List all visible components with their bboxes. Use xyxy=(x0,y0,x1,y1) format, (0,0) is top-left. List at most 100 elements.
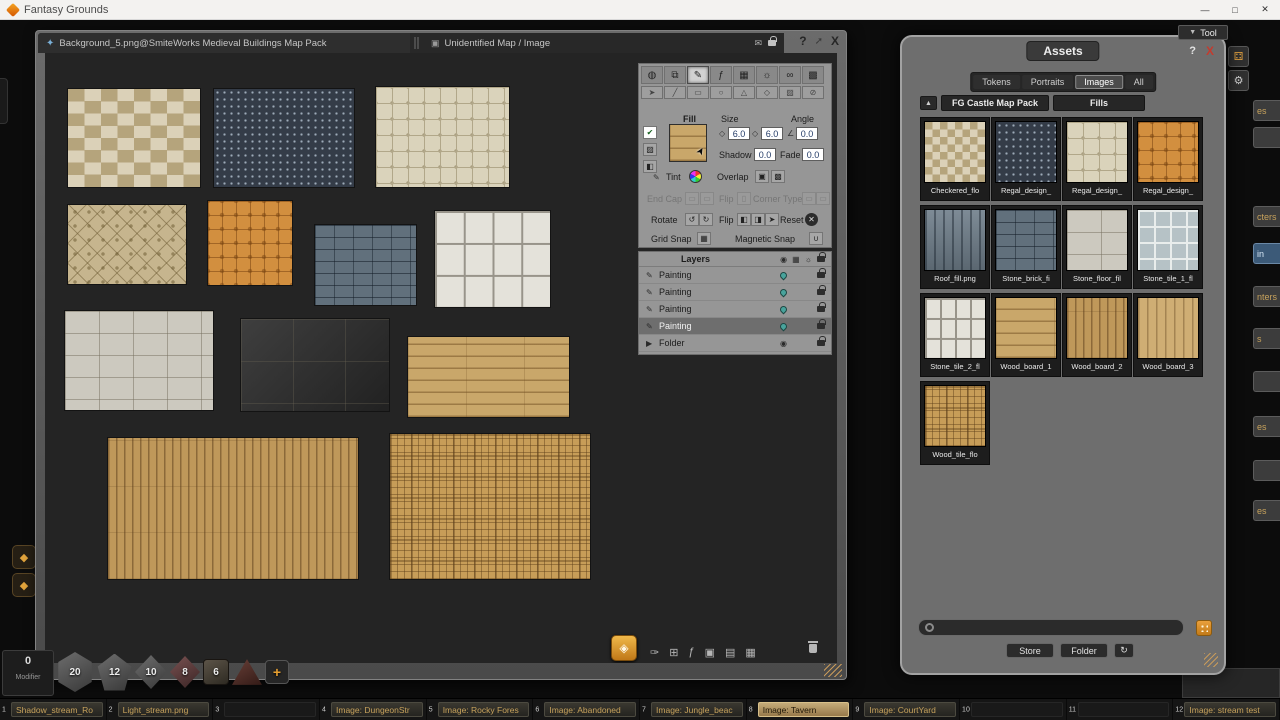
lock-icon[interactable] xyxy=(817,323,825,329)
opacity-icon[interactable] xyxy=(779,287,789,297)
lock-icon[interactable] xyxy=(817,306,825,312)
hotbar-slot-button[interactable]: Image: DungeonStr xyxy=(331,702,423,717)
fade-field[interactable]: 0.0 xyxy=(802,148,824,161)
window-pointer-icon[interactable]: ➚ xyxy=(815,36,823,47)
grid-tool-icon[interactable]: ▦ xyxy=(733,66,755,84)
asset-item[interactable]: Wood_tile_flo xyxy=(920,381,990,465)
overlap-option-a[interactable]: ▣ xyxy=(755,170,769,183)
token-bag-icon[interactable]: ◆ xyxy=(12,545,36,569)
canvas-image-wood-tiles[interactable] xyxy=(390,434,590,579)
hotbar-slot-button[interactable]: Image: stream test xyxy=(1184,702,1276,717)
token-bag-icon[interactable]: ◆ xyxy=(12,573,36,597)
canvas-image-stone-tile[interactable] xyxy=(435,211,550,307)
opacity-icon[interactable] xyxy=(779,270,789,280)
tab-tokens[interactable]: Tokens xyxy=(973,75,1020,89)
visibility-icon[interactable]: ◉ xyxy=(780,339,787,348)
asset-thumbnail[interactable] xyxy=(924,121,986,183)
hotbar-slot-button[interactable]: Image: Abandoned xyxy=(544,702,636,717)
hotbar-slot[interactable]: 2Light_stream.png xyxy=(107,699,214,720)
hotbar-slot-empty[interactable] xyxy=(224,702,316,717)
assets-close-icon[interactable]: X xyxy=(1206,44,1214,58)
assets-help-icon[interactable]: ? xyxy=(1189,45,1196,57)
folder-up-button[interactable]: ▲ xyxy=(920,96,937,110)
close-button[interactable]: ✕ xyxy=(1250,0,1280,19)
layer-row[interactable]: ✎Painting xyxy=(639,267,831,284)
die-d20[interactable]: 20 xyxy=(56,652,94,692)
trash-button[interactable] xyxy=(808,640,818,658)
tab-images[interactable]: Images xyxy=(1075,75,1123,89)
asset-thumbnail[interactable] xyxy=(1137,209,1199,271)
canvas-image-regal-tan[interactable] xyxy=(68,205,186,284)
map-tab-background[interactable]: ✦ Background_5.png@SmiteWorks Medieval B… xyxy=(38,33,410,53)
lighting-tool-icon[interactable]: ☼ xyxy=(756,66,778,84)
hotbar-slot[interactable]: 1Shadow_stream_Ro xyxy=(0,699,107,720)
hotbar-slot-empty[interactable] xyxy=(1078,702,1170,717)
layer-row[interactable]: ✎Painting xyxy=(639,318,831,335)
tool-menu-button[interactable]: ▼ Tool xyxy=(1178,25,1228,40)
canvas-image-checkered[interactable] xyxy=(68,89,200,187)
refresh-button[interactable]: ↻ xyxy=(1114,643,1134,658)
clear-tool-icon[interactable]: ⊘ xyxy=(802,86,824,99)
asset-item[interactable]: Regal_design_ xyxy=(1133,117,1203,201)
store-button[interactable]: Store xyxy=(1006,643,1054,658)
draw-pointer-icon[interactable]: ✑ xyxy=(650,646,659,659)
tab-all[interactable]: All xyxy=(1125,75,1153,89)
flip-vertical-button[interactable]: ◨ xyxy=(751,213,765,226)
asset-thumbnail[interactable] xyxy=(1066,209,1128,271)
canvas-image-wood-planks[interactable] xyxy=(108,438,358,579)
sidebar-button[interactable] xyxy=(1253,371,1280,392)
die-d12[interactable]: 12 xyxy=(97,654,132,691)
layer-row[interactable]: ✎Painting xyxy=(639,284,831,301)
overlap-option-b[interactable]: ▩ xyxy=(771,170,785,183)
line-tool-icon[interactable]: ╱ xyxy=(664,86,686,99)
lock-icon[interactable] xyxy=(817,340,825,346)
sidebar-button[interactable]: cters xyxy=(1253,206,1280,227)
tab-drag-handle[interactable] xyxy=(414,37,419,49)
die-d4[interactable] xyxy=(232,658,262,686)
layer-row[interactable]: ✎Painting xyxy=(639,301,831,318)
tab-portraits[interactable]: Portraits xyxy=(1022,75,1074,89)
hotbar-slot[interactable]: 8Image: Tavern xyxy=(747,699,854,720)
paint-tool-icon[interactable]: ✎ xyxy=(687,66,709,84)
angle-field[interactable]: 0.0 xyxy=(796,127,818,140)
layers-tool-icon[interactable]: ⧉ xyxy=(664,66,686,84)
asset-item[interactable]: Wood_board_2 xyxy=(1062,293,1132,377)
asset-thumbnail[interactable] xyxy=(924,297,986,359)
rotate-cw-button[interactable]: ↻ xyxy=(699,213,713,226)
hotbar-slot-button[interactable]: Light_stream.png xyxy=(118,702,210,717)
hotbar-slot[interactable]: 10 xyxy=(960,699,1067,720)
hotbar-slot-button[interactable]: Shadow_stream_Ro xyxy=(11,702,103,717)
asset-thumbnail[interactable] xyxy=(1066,121,1128,183)
asset-thumbnail[interactable] xyxy=(995,297,1057,359)
folder-button[interactable]: Folder xyxy=(1060,643,1108,658)
canvas-image-stone-floor[interactable] xyxy=(65,311,213,410)
cone-tool-icon[interactable]: △ xyxy=(733,86,755,99)
opacity-icon[interactable] xyxy=(779,304,789,314)
fill-pattern-icon[interactable]: ◧ xyxy=(643,160,657,173)
asset-thumbnail[interactable] xyxy=(1137,121,1199,183)
sidebar-button[interactable]: in xyxy=(1253,243,1280,264)
settings-gear-icon[interactable]: ⚙ xyxy=(1228,70,1249,91)
map-tab-unidentified[interactable]: ▣ Unidentified Map / Image xyxy=(423,33,558,53)
eraser-tool-icon[interactable]: ▨ xyxy=(779,86,801,99)
fill-swatch-icon[interactable]: ▨ xyxy=(643,143,657,156)
lock-icon[interactable] xyxy=(768,40,776,46)
sidebar-button[interactable] xyxy=(1253,127,1280,148)
window-help-icon[interactable]: ? xyxy=(799,34,806,48)
grid-settings-icon[interactable]: ▦ xyxy=(745,646,755,659)
asset-thumbnail[interactable] xyxy=(995,121,1057,183)
breadcrumb-folder[interactable]: Fills xyxy=(1053,95,1145,111)
asset-item[interactable]: Wood_board_1 xyxy=(991,293,1061,377)
asset-item[interactable]: Checkered_flo xyxy=(920,117,990,201)
asset-thumbnail[interactable] xyxy=(995,209,1057,271)
shadow-field[interactable]: 0.0 xyxy=(754,148,776,161)
diamond-tool-icon[interactable]: ◇ xyxy=(756,86,778,99)
asset-item[interactable]: Roof_fill.png xyxy=(920,205,990,289)
canvas-image-wood-boards[interactable] xyxy=(408,337,569,417)
add-image-icon[interactable]: ▣ xyxy=(705,646,715,659)
visibility-all-icon[interactable]: ◉ xyxy=(780,255,787,264)
breadcrumb-module[interactable]: FG Castle Map Pack xyxy=(941,95,1049,111)
sidebar-button[interactable]: es xyxy=(1253,416,1280,437)
hotbar-slot[interactable]: 9Image: CourtYard xyxy=(853,699,960,720)
asset-item[interactable]: Stone_tile_1_fl xyxy=(1133,205,1203,289)
